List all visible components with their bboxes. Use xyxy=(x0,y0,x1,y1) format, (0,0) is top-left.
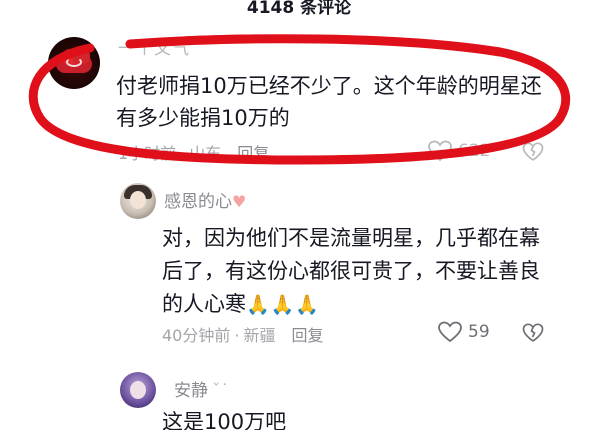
reply-button[interactable]: 回复 xyxy=(291,326,323,345)
comment-username[interactable]: 一个文气 xyxy=(118,34,190,59)
avatar[interactable] xyxy=(120,372,156,408)
reply-text: 这是100万吧 xyxy=(162,410,287,430)
heart-outline-icon xyxy=(428,140,452,162)
comment-time: 1小时前 xyxy=(118,144,177,163)
comment-meta: 1小时前 · 山东 回复 xyxy=(118,144,270,163)
comment-location: 山东 xyxy=(189,144,222,163)
avatar[interactable] xyxy=(120,183,156,219)
avatar[interactable] xyxy=(48,37,100,89)
reply-username[interactable]: 感恩的心♥ xyxy=(164,187,246,212)
reply-time: 40分钟前 xyxy=(162,326,231,345)
reply-button[interactable]: 回复 xyxy=(237,144,269,163)
pray-emoji: 🙏🙏🙏 xyxy=(246,294,320,316)
broken-heart-icon[interactable] xyxy=(522,322,544,344)
like-button[interactable]: 622 xyxy=(428,140,490,162)
comment-count-title: 4148 条评论 xyxy=(246,0,352,18)
reply-text: 对，因为他们不是流量明星，几乎都在幕后了，有这份心都很可贵了，不要让善良的人心寒… xyxy=(162,222,552,322)
reply-location: 新疆 xyxy=(243,326,276,345)
reply-meta: 40分钟前 · 新疆 回复 xyxy=(162,326,324,345)
broken-heart-icon[interactable] xyxy=(522,141,544,163)
heart-icon: ♥ xyxy=(232,192,247,211)
reply-username[interactable]: 安静 ˇ˙ xyxy=(174,376,229,401)
like-count: 622 xyxy=(458,141,491,161)
like-button[interactable]: 59 xyxy=(438,321,490,343)
comment-text: 付老师捐10万已经不少了。这个年龄的明星还有多少能捐10万的 xyxy=(116,74,542,130)
heart-outline-icon xyxy=(438,321,462,343)
like-count: 59 xyxy=(468,322,490,342)
